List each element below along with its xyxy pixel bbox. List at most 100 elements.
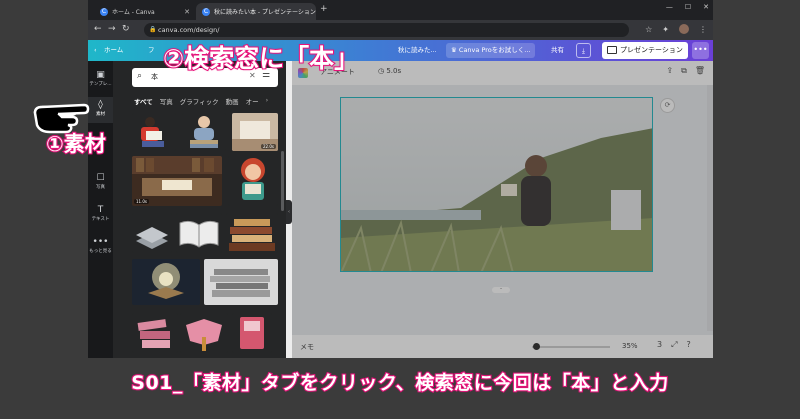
- tab-graphics[interactable]: グラフィック: [180, 96, 219, 108]
- result-reading-woman[interactable]: [132, 113, 176, 151]
- fullscreen-icon[interactable]: ⤢: [671, 340, 677, 350]
- chevron-right-icon[interactable]: ›: [266, 96, 269, 108]
- book-pile-photo: [204, 259, 278, 305]
- crown-icon: ♛: [451, 46, 459, 54]
- tab-presentation[interactable]: C 秋に読みたい本 - プレゼンテーション ✕: [196, 3, 316, 20]
- search-icon: ⌕: [137, 71, 143, 81]
- profile-avatar[interactable]: [679, 24, 689, 34]
- bookmark-star-icon[interactable]: ☆: [645, 25, 652, 34]
- rail-item-more[interactable]: ••• もっと見る: [88, 234, 113, 260]
- minimize-button[interactable]: —: [666, 3, 673, 11]
- book-stack-graphic: [226, 213, 278, 253]
- category-tabs: すべて 写真 グラフィック 動画 オー ›: [134, 96, 284, 108]
- tab-home-canva[interactable]: C ホーム - Canva ✕: [94, 3, 196, 20]
- window-controls: — ☐ ✕: [666, 3, 709, 11]
- present-button[interactable]: プレゼンテーション: [602, 42, 688, 59]
- rail-label: テキスト: [91, 217, 110, 222]
- video-duration: 11.0s: [134, 199, 149, 204]
- close-window-button[interactable]: ✕: [703, 3, 709, 11]
- try-pro-button[interactable]: ♛ Canva Proをお試しく...: [446, 43, 536, 58]
- design-canvas[interactable]: [340, 97, 653, 272]
- notes-button[interactable]: メモ: [300, 342, 314, 352]
- browser-menu-icon[interactable]: ⋮: [699, 25, 707, 34]
- editor-area: アニメート ◷ 5.0s ⇪ ⧉ 🗑 ⟳ ⌃ メモ 35% 3 ⤢ ?: [292, 61, 713, 358]
- maximize-button[interactable]: ☐: [685, 3, 691, 11]
- tab-photos[interactable]: 写真: [160, 96, 173, 108]
- timer-button[interactable]: ◷ 5.0s: [378, 67, 401, 75]
- bottom-bar: メモ 35% 3 ⤢ ?: [292, 335, 713, 358]
- video-duration: 22.0s: [261, 144, 276, 149]
- refresh-icon[interactable]: ⟳: [660, 98, 675, 113]
- browser-toolbar-icons: ☆ ✦ ⋮: [645, 24, 707, 34]
- rail-item-templates[interactable]: ▣ テンプレ...: [88, 67, 113, 93]
- result-magic-book[interactable]: [132, 259, 200, 305]
- tab-bar: C ホーム - Canva ✕ C 秋に読みたい本 - プレゼンテーション ✕ …: [88, 0, 713, 20]
- pink-books-graphic: [132, 313, 178, 353]
- zoom-percentage[interactable]: 35%: [622, 342, 638, 350]
- old-man-illustration: [182, 113, 226, 151]
- back-arrow-icon[interactable]: ←: [94, 24, 102, 34]
- duplicate-page-icon[interactable]: ⧉: [681, 66, 687, 76]
- girl-reading-illustration: [228, 156, 278, 206]
- rail-item-elements[interactable]: ◊ 素材: [88, 97, 113, 123]
- close-tab-icon[interactable]: ✕: [184, 8, 190, 16]
- share-page-icon[interactable]: ⇪: [666, 66, 673, 76]
- canva-favicon-icon: C: [100, 7, 108, 16]
- zoom-slider-handle[interactable]: [533, 343, 540, 350]
- result-pink-open-book[interactable]: [180, 313, 228, 353]
- elements-panel: ⌕ 本 ✕ ⚌ すべて 写真 グラフィック 動画 オー › 22.0s 11.0…: [113, 61, 286, 358]
- share-button[interactable]: 共有: [546, 43, 569, 58]
- result-girl-reading[interactable]: [228, 156, 278, 206]
- new-tab-button[interactable]: +: [320, 4, 328, 14]
- page-count-icon[interactable]: 3: [657, 340, 662, 350]
- page-actions: ⇪ ⧉ 🗑: [666, 66, 705, 76]
- reload-icon[interactable]: ↻: [122, 24, 130, 34]
- annotation-material-note: ①素材: [45, 131, 107, 157]
- result-old-man-books[interactable]: [182, 113, 226, 151]
- open-book-graphic: [176, 213, 222, 253]
- rail-item-photos[interactable]: ☐ 写真: [88, 170, 113, 196]
- tab-label: 秋に読みたい本 - プレゼンテーション: [214, 9, 316, 16]
- delete-page-icon[interactable]: 🗑: [695, 66, 705, 76]
- result-pink-books[interactable]: [132, 313, 178, 353]
- annotation-search-note: ②検索窓に「本」: [162, 43, 360, 74]
- result-pink-hardcover[interactable]: [232, 313, 272, 353]
- search-input[interactable]: 本: [151, 72, 158, 82]
- result-book-sketch[interactable]: [132, 213, 172, 253]
- result-open-book[interactable]: [176, 213, 222, 253]
- chevron-left-icon[interactable]: ‹: [94, 40, 97, 61]
- text-icon: T: [97, 205, 104, 215]
- more-dots-icon: •••: [92, 237, 109, 247]
- file-menu[interactable]: フ: [148, 40, 155, 61]
- panel-scrollbar[interactable]: [281, 151, 284, 211]
- help-icon[interactable]: ?: [687, 340, 691, 350]
- man-reading-in-grass-photo: [341, 98, 652, 271]
- canva-side-rail: ▣ テンプレ... ◊ 素材 ☐ 写真 T テキスト ••• もっと見る: [88, 61, 113, 358]
- present-label: プレゼンテーション: [620, 46, 683, 54]
- shapes-icon: ◊: [98, 100, 103, 110]
- zoom-slider[interactable]: [532, 346, 610, 348]
- rail-label: テンプレ...: [89, 82, 112, 87]
- page-expand-handle[interactable]: ⌃: [492, 287, 510, 293]
- lock-icon: 🔒: [149, 26, 157, 33]
- tab-all[interactable]: すべて: [134, 96, 153, 108]
- try-pro-label: Canva Proをお試しく...: [458, 46, 531, 54]
- photo-icon: ☐: [96, 173, 105, 183]
- tab-videos[interactable]: 動画: [226, 96, 239, 108]
- more-options-button[interactable]: •••: [692, 42, 709, 59]
- download-icon[interactable]: ⤓: [576, 43, 591, 58]
- url-input[interactable]: 🔒 canva.com/design/: [144, 23, 629, 37]
- result-library-video[interactable]: 11.0s: [132, 156, 222, 206]
- result-book-pile-photo[interactable]: [204, 259, 278, 305]
- home-link[interactable]: ホーム: [104, 40, 123, 61]
- result-video-reading[interactable]: 22.0s: [232, 113, 278, 151]
- rail-item-text[interactable]: T テキスト: [88, 202, 113, 228]
- tab-audio[interactable]: オー: [246, 96, 259, 108]
- editor-scrollbar[interactable]: [707, 85, 713, 331]
- result-book-stack[interactable]: [226, 213, 278, 253]
- forward-arrow-icon[interactable]: →: [108, 24, 116, 34]
- template-icon: ▣: [96, 70, 105, 80]
- screenshot-root: C ホーム - Canva ✕ C 秋に読みたい本 - プレゼンテーション ✕ …: [0, 0, 800, 419]
- document-title[interactable]: 秋に読みた...: [398, 40, 437, 61]
- extensions-icon[interactable]: ✦: [662, 25, 669, 34]
